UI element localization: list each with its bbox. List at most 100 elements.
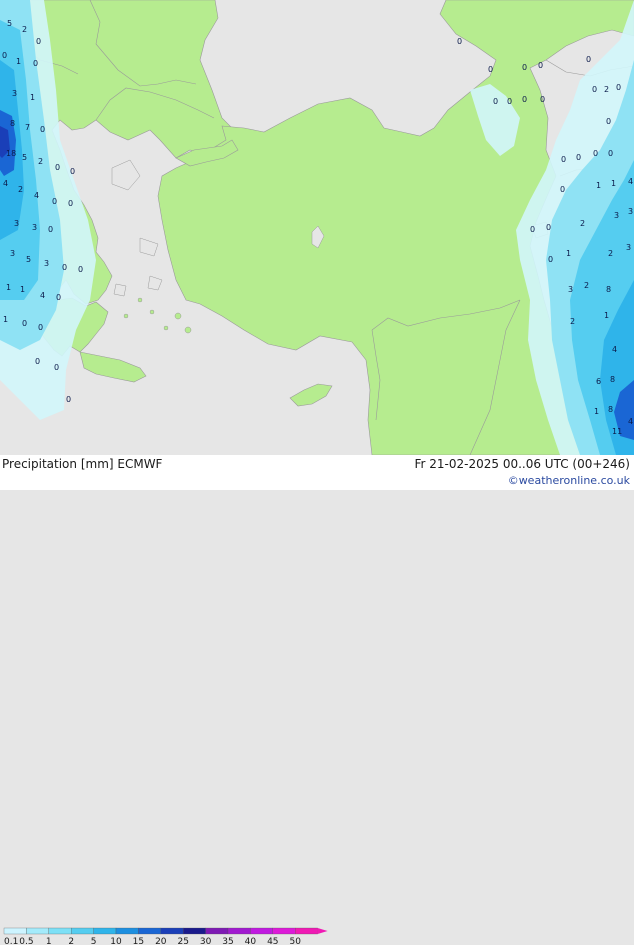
- precip-value-label: 5: [26, 255, 31, 264]
- legend-swatch: [250, 927, 273, 935]
- precip-value-label: 0: [538, 61, 543, 70]
- legend-swatch: [138, 927, 161, 935]
- precip-value-label: 0: [540, 95, 545, 104]
- precip-value-label: 1: [30, 93, 35, 102]
- precip-value-label: 1: [16, 57, 21, 66]
- precip-value-label: 3: [12, 89, 17, 98]
- forecast-timestamp: Fr 21-02-2025 00..06 UTC (00+246): [414, 457, 630, 471]
- legend-swatch: [48, 927, 72, 935]
- precip-value-label: 3: [10, 249, 15, 258]
- legend-swatch: [272, 927, 296, 935]
- precip-value-label: 1: [20, 285, 25, 294]
- legend-label: 5: [91, 937, 97, 945]
- legend-swatch: [227, 927, 251, 935]
- precip-value-label: 1: [566, 249, 571, 258]
- precip-value-label: 0: [606, 117, 611, 126]
- legend-label: 20: [155, 937, 167, 945]
- legend-swatch: [26, 927, 49, 935]
- precip-value-label: 0: [78, 265, 83, 274]
- precip-color-legend: 0.1 0.5 1 2 5 10 15 20 25 30 35 40 45 50: [3, 927, 328, 945]
- precip-value-label: 5: [7, 19, 12, 28]
- legend-label: 35: [222, 937, 233, 945]
- precip-value-label: 3: [568, 285, 573, 294]
- precip-value-label: 3: [626, 243, 631, 252]
- legend-swatch: [295, 927, 318, 935]
- legend-swatch: [205, 927, 229, 935]
- precip-value-label: 0: [488, 65, 493, 74]
- precip-value-label: 0: [507, 97, 512, 106]
- weather-map-view: 5 2 0 0 1 0 3 1 8 7 0 18 5 2 0 0 4 2 4 0 0 3 3 0 3 5 3 0 0 1 1 4 0 1 0 0 0 0 0…: [0, 0, 634, 945]
- precip-value-label: 0: [561, 155, 566, 164]
- precip-value-label: 0: [2, 51, 7, 60]
- legend-label: 0.5: [19, 937, 33, 945]
- legend-swatch: [183, 927, 206, 935]
- precip-value-label: 0: [35, 357, 40, 366]
- precip-value-label: 0: [66, 395, 71, 404]
- precip-value-label: 0: [48, 225, 53, 234]
- precip-value-label: 8: [606, 285, 611, 294]
- precip-value-label: 2: [18, 185, 23, 194]
- precip-value-label: 0: [608, 149, 613, 158]
- legend-label: 30: [200, 937, 212, 945]
- precip-value-label: 0: [70, 167, 75, 176]
- precip-value-label: 1: [604, 311, 609, 320]
- precip-value-label: 3: [32, 223, 37, 232]
- site-credit-link[interactable]: ©weatheronline.co.uk: [508, 474, 630, 487]
- map-footer: Precipitation [mm] ECMWF Fr 21-02-2025 0…: [0, 455, 634, 945]
- precip-value-label: 1: [6, 283, 11, 292]
- precip-value-label: 4: [3, 179, 8, 188]
- precip-value-label: 0: [62, 263, 67, 272]
- precip-value-label: 0: [522, 63, 527, 72]
- precip-value-label: 0: [522, 95, 527, 104]
- precip-value-label: 8: [610, 375, 615, 384]
- precip-value-label: 11: [612, 427, 622, 436]
- legend-label: 50: [289, 937, 301, 945]
- precip-value-label: 7: [25, 123, 30, 132]
- precip-value-label: 2: [22, 25, 27, 34]
- legend-label: 25: [177, 937, 188, 945]
- precip-value-label: 3: [44, 259, 49, 268]
- legend-label: 15: [133, 937, 144, 945]
- precip-value-label: 0: [22, 319, 27, 328]
- precip-value-label: 18: [6, 149, 16, 158]
- precip-value-label: 3: [614, 211, 619, 220]
- precip-value-label: 0: [38, 323, 43, 332]
- legend-label: 10: [110, 937, 122, 945]
- precip-value-label: 1: [3, 315, 8, 324]
- precip-value-label: 0: [56, 293, 61, 302]
- legend-swatch: [3, 927, 27, 935]
- legend-swatch: [160, 927, 184, 935]
- legend-swatch: [115, 927, 139, 935]
- precip-value-label: 1: [611, 179, 616, 188]
- precip-value-label: 0: [55, 163, 60, 172]
- precip-value-label: 4: [628, 417, 633, 426]
- precip-value-label: 0: [616, 83, 621, 92]
- precip-value-label: 0: [40, 125, 45, 134]
- precip-value-label: 2: [38, 157, 43, 166]
- precip-value-label: 0: [457, 37, 462, 46]
- precip-value-label: 2: [608, 249, 613, 258]
- precip-value-label: 0: [576, 153, 581, 162]
- precip-value-label: 4: [612, 345, 617, 354]
- precip-value-label: 0: [36, 37, 41, 46]
- precip-value-label: 3: [14, 219, 19, 228]
- precipitation-map: 52001 03 18 7 018 5 20 04240 03 3 035 3 0 01 14 01 0 0000…: [0, 0, 634, 455]
- precip-value-label: 0: [530, 225, 535, 234]
- precip-value-label: 3: [628, 207, 633, 216]
- legend-label: 45: [267, 937, 278, 945]
- precip-value-label: 0: [52, 197, 57, 206]
- precip-value-label: 2: [570, 317, 575, 326]
- precip-value-label: 0: [593, 149, 598, 158]
- precip-value-label: 0: [548, 255, 553, 264]
- precip-value-label: 0: [33, 59, 38, 68]
- precip-value-label: 4: [628, 177, 633, 186]
- precip-value-label: 8: [608, 405, 613, 414]
- precip-value-label: 0: [546, 223, 551, 232]
- precip-value-label: 0: [586, 55, 591, 64]
- legend-label: 0.1: [4, 937, 18, 945]
- legend-arrow: [317, 928, 328, 934]
- precip-value-label: 1: [596, 181, 601, 190]
- precip-value-label: 0: [560, 185, 565, 194]
- precip-value-label: 4: [34, 191, 39, 200]
- map-title: Precipitation [mm] ECMWF: [2, 457, 163, 471]
